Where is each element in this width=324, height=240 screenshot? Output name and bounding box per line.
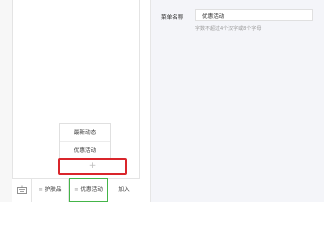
keyboard-toggle[interactable]	[12, 179, 32, 202]
bottom-menu-bar: ≡ 护肤品 ≡ 优惠活动 加入	[12, 178, 140, 202]
menu-name-label: 菜单名称	[161, 15, 184, 21]
menu-tab[interactable]: ≡ 护肤品	[32, 179, 69, 202]
menu-name-hint: 字数不超过4个汉字或8个字母	[195, 26, 262, 32]
menu-tab-label: 优惠活动	[80, 187, 103, 193]
menu-name-value: 优惠活动	[202, 14, 225, 20]
config-panel: 菜单名称 优惠活动 字数不超过4个汉字或8个字母	[150, 0, 324, 202]
plus-icon: +	[88, 161, 97, 171]
menu-tab[interactable]: 加入	[108, 179, 140, 202]
add-submenu-button[interactable]: +	[58, 158, 127, 175]
submenu-item[interactable]: 最新动态	[60, 124, 110, 142]
keyboard-icon	[17, 185, 27, 194]
menu-name-input[interactable]: 优惠活动	[195, 9, 313, 21]
menu-editor: 最新动态 优惠活动 + ≡ 护肤品 ≡ 优惠活动 加入 菜单名称 优惠活动 字数不	[0, 0, 324, 202]
menu-tab-selected[interactable]: ≡ 优惠活动	[69, 178, 108, 202]
menu-tab-label: 加入	[118, 187, 130, 193]
menu-tab-label: 护肤品	[44, 187, 62, 193]
left-edge	[0, 0, 12, 202]
menu-list-icon: ≡	[38, 187, 43, 193]
menu-list-icon: ≡	[74, 187, 79, 193]
